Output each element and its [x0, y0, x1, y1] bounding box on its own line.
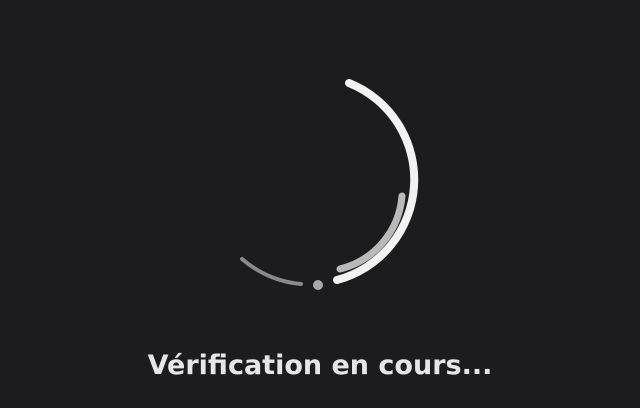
spinner-dot — [313, 280, 323, 290]
verification-screen: Vérification en cours... — [0, 0, 640, 408]
spinner-trailing-arc — [240, 257, 303, 286]
spinner-secondary-arc — [336, 192, 406, 273]
verification-status-text: Vérification en cours... — [147, 350, 493, 381]
